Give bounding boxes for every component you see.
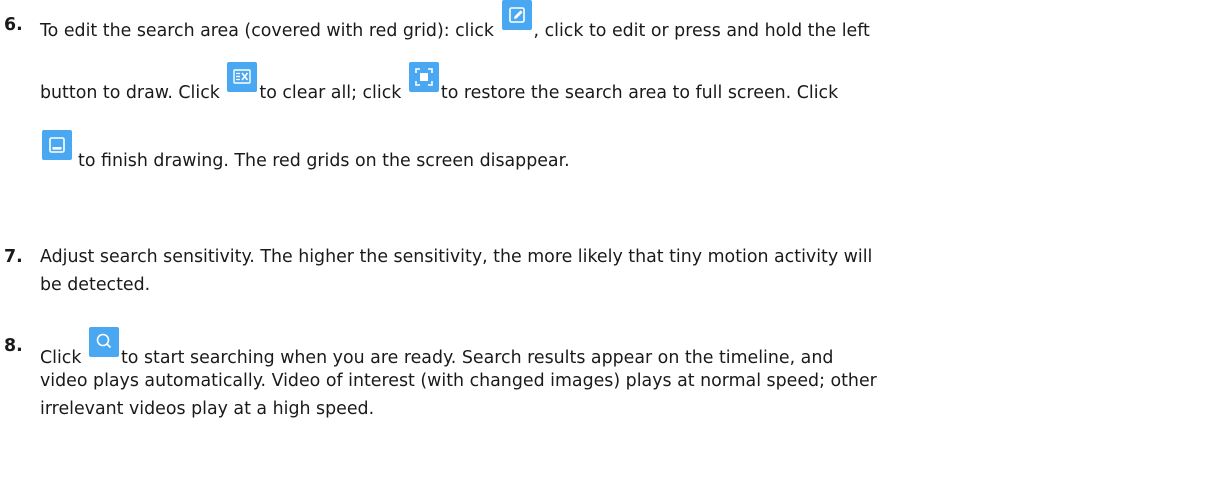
finish-drawing-icon (42, 130, 72, 160)
step-7-line-1: Adjust search sensitivity. The higher th… (40, 247, 873, 267)
step-8-line-3: irrelevant videos play at a high speed. (40, 399, 375, 419)
step-number: 6. (4, 15, 23, 35)
step-8-text-1a: Click (40, 348, 82, 368)
step-number: 8. (4, 336, 23, 356)
step-8-line-1: Click to start searching when you are re… (40, 327, 1208, 368)
step-7-line-2: be detected. (40, 275, 151, 295)
step-8-text-1b: to start searching when you are ready. S… (120, 348, 834, 368)
edit-icon (501, 0, 532, 30)
clear-all-icon (227, 62, 258, 92)
full-screen-icon (408, 62, 439, 92)
step-8-body: Click to start searching when you are re… (40, 327, 1208, 423)
step-6-text-2a: button to draw. Click (40, 83, 220, 103)
step-6-text-1b: , click to edit or press and hold the le… (533, 21, 870, 41)
step-6-line-3: to finish drawing. The red grids on the … (40, 130, 1208, 171)
step-6-line-2: button to draw. Click to clear all; clic… (40, 62, 1208, 106)
step-6-body: To edit the search area (covered with re… (40, 0, 1208, 171)
step-6-text-2c: to restore the search area to full scree… (440, 83, 839, 103)
step-6-text-3a: to finish drawing. The red grids on the … (78, 151, 570, 171)
step-6-text-2b: to clear all; click (259, 83, 402, 103)
step-6-text-1a: To edit the search area (covered with re… (40, 21, 494, 41)
step-number: 7. (4, 247, 23, 267)
step-8-line-2: video plays automatically. Video of inte… (40, 371, 877, 391)
search-icon (88, 327, 119, 357)
step-7-body: Adjust search sensitivity. The higher th… (40, 243, 1208, 299)
step-6-line-1: To edit the search area (covered with re… (40, 0, 1208, 44)
